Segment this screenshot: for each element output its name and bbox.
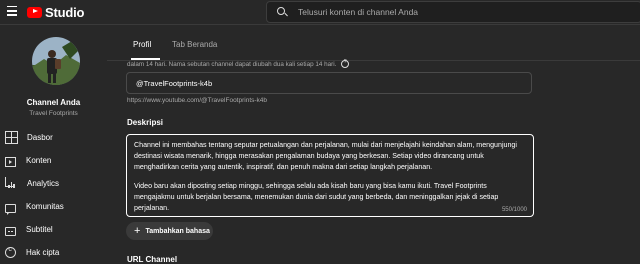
sidebar-item-analytics[interactable]: Analytics xyxy=(0,172,107,194)
youtube-play-icon xyxy=(27,6,42,18)
add-language-label: Tambahkan bahasa xyxy=(145,227,210,235)
top-bar: Studio xyxy=(0,0,640,25)
sidebar-item-dashboard[interactable]: Dasbor xyxy=(0,126,107,148)
handle-field[interactable] xyxy=(126,72,532,94)
add-language-button[interactable]: + Tambahkan bahasa xyxy=(126,222,213,240)
sidebar: Channel Anda Travel Footprints Dasbor Ko… xyxy=(0,25,107,262)
analytics-icon xyxy=(5,177,17,189)
community-icon xyxy=(5,203,16,215)
handle-note: dalam 14 hari. Nama sebutan channel dapa… xyxy=(127,59,350,68)
sidebar-item-subtitles[interactable]: Subtitel xyxy=(0,218,107,240)
search-icon[interactable] xyxy=(277,7,287,17)
description-paragraph-1: Channel ini membahas tentang seputar pet… xyxy=(134,141,517,171)
sidebar-item-label: Hak cipta xyxy=(26,247,60,257)
sidebar-item-copyright[interactable]: Hak cipta xyxy=(0,241,107,263)
sidebar-item-label: Dasbor xyxy=(27,132,53,142)
description-paragraph-2: Video baru akan diposting setiap minggu,… xyxy=(134,182,499,212)
studio-logo[interactable]: Studio xyxy=(27,4,84,20)
help-icon[interactable] xyxy=(341,59,350,68)
description-label: Deskripsi xyxy=(127,118,164,127)
content-icon xyxy=(5,157,16,167)
main-content: Profil Tab Beranda dalam 14 hari. Nama s… xyxy=(107,25,640,264)
handle-note-text: dalam 14 hari. Nama sebutan channel dapa… xyxy=(127,60,337,68)
sidebar-item-label: Analytics xyxy=(27,178,60,188)
channel-avatar[interactable] xyxy=(32,37,80,85)
dashboard-icon xyxy=(5,131,18,144)
sidebar-item-label: Subtitel xyxy=(26,224,53,234)
sidebar-item-content[interactable]: Konten xyxy=(0,149,107,171)
plus-icon: + xyxy=(134,224,141,237)
url-channel-label: URL Channel xyxy=(127,255,178,264)
menu-icon[interactable] xyxy=(7,6,17,16)
tab-home[interactable]: Tab Beranda xyxy=(172,40,217,49)
character-counter: 550/1000 xyxy=(501,207,527,213)
sidebar-item-label: Konten xyxy=(26,155,52,165)
handle-input[interactable] xyxy=(134,77,518,89)
copyright-icon xyxy=(5,246,16,258)
channel-subtitle: Travel Footprints xyxy=(29,110,78,117)
channel-name: Channel Anda xyxy=(26,98,81,107)
channel-url: https://www.youtube.com/@TravelFootprint… xyxy=(127,97,268,104)
tab-profile[interactable]: Profil xyxy=(133,40,151,49)
sidebar-item-label: Komunitas xyxy=(26,201,64,211)
search-bar[interactable] xyxy=(266,1,640,23)
sidebar-item-community[interactable]: Komunitas xyxy=(0,195,107,217)
search-input[interactable] xyxy=(296,6,600,18)
logo-text: Studio xyxy=(45,4,85,20)
description-textarea[interactable]: Channel ini membahas tentang seputar pet… xyxy=(126,134,534,217)
subtitles-icon xyxy=(5,226,16,236)
